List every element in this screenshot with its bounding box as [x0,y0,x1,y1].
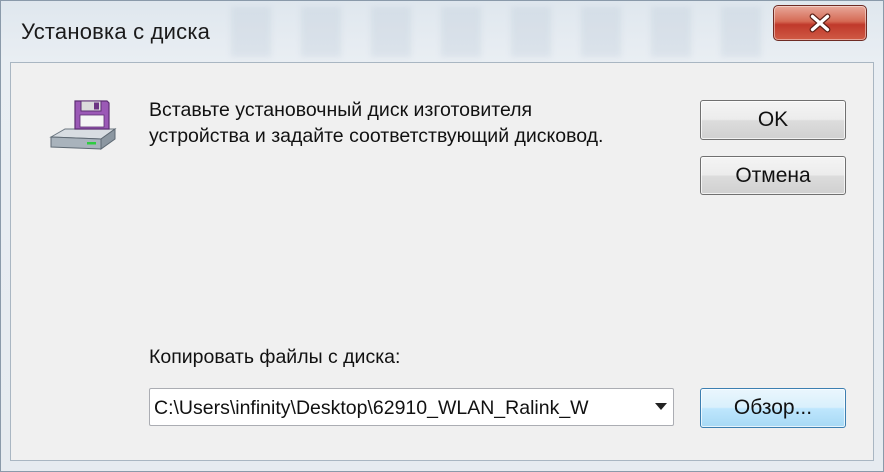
window-title: Установка с диска [21,19,211,44]
copy-from-label: Копировать файлы с диска: [149,346,401,368]
dialog-body: Вставьте установочный диск изготовителя … [10,62,874,461]
message-line-1: Вставьте установочный диск изготовителя [149,99,533,121]
close-icon [809,13,831,33]
ok-button[interactable]: OK [700,100,846,140]
chevron-down-icon[interactable] [655,403,667,410]
browse-button[interactable]: Обзор... [700,388,846,428]
install-from-disk-dialog: Установка с диска Вставьте установочный … [0,0,884,472]
floppy-disk-icon [49,100,117,150]
close-button[interactable] [773,5,867,41]
source-path-value[interactable]: C:\Users\infinity\Desktop\62910_WLAN_Ral… [154,397,638,420]
message-line-2: устройства и задайте соответствующий дис… [149,125,604,147]
title-bar[interactable]: Установка с диска [1,1,883,63]
source-path-combobox[interactable]: C:\Users\infinity\Desktop\62910_WLAN_Ral… [149,388,674,426]
instruction-message: Вставьте установочный диск изготовителя … [149,97,689,149]
cancel-button[interactable]: Отмена [700,156,846,195]
